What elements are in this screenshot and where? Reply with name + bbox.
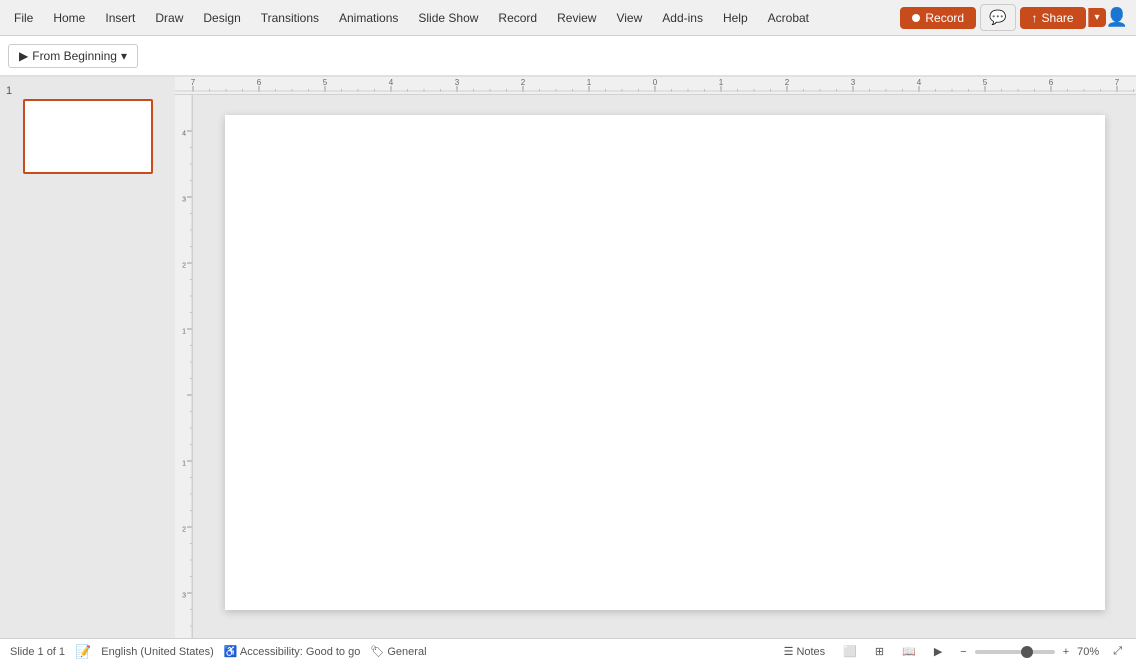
svg-text:2: 2 <box>521 78 526 87</box>
notes-button[interactable]: ☰ Notes <box>780 645 830 658</box>
share-button[interactable]: ↑ Share <box>1020 7 1086 29</box>
slide-sorter-button[interactable]: ⊞ <box>871 645 888 658</box>
svg-text:3: 3 <box>851 78 856 87</box>
svg-text:1: 1 <box>182 461 186 468</box>
svg-text:7: 7 <box>191 78 196 87</box>
play-icon: ▶ <box>19 49 28 63</box>
normal-view-icon: ⬜ <box>843 645 857 658</box>
menu-item-view[interactable]: View <box>606 7 652 29</box>
menu-item-transitions[interactable]: Transitions <box>251 7 329 29</box>
slide-canvas-area[interactable] <box>193 95 1136 638</box>
toolbar: ▶ From Beginning ▾ <box>0 36 1136 76</box>
zoom-in-button[interactable]: + <box>1059 646 1073 658</box>
accessibility-check[interactable]: ♿ Accessibility: Good to go <box>224 645 361 658</box>
svg-text:3: 3 <box>182 197 186 204</box>
vertical-ruler-svg: 43211234 <box>175 95 193 638</box>
menu-item-file[interactable]: File <box>4 7 43 29</box>
menu-item-review[interactable]: Review <box>547 7 606 29</box>
share-dropdown-button[interactable]: ▾ <box>1088 8 1106 27</box>
main-area: 1 7 6 5 4 3 2 1 0 1 2 3 4 5 6 7 4 3 2 1 1 2 3 4 <box>0 77 1136 638</box>
vertical-ruler: 43211234 <box>175 95 193 638</box>
accessibility-label: Accessibility: Good to go <box>240 646 360 658</box>
horizontal-ruler: 7 6 5 4 3 2 1 0 1 2 3 4 5 6 7 <box>175 77 1136 95</box>
svg-text:0: 0 <box>653 78 658 87</box>
svg-text:3: 3 <box>182 593 186 600</box>
svg-text:1: 1 <box>587 78 592 87</box>
svg-text:7: 7 <box>1115 78 1120 87</box>
comment-icon: 💬 <box>989 9 1006 25</box>
svg-text:2: 2 <box>785 78 790 87</box>
svg-text:1: 1 <box>182 329 186 336</box>
slides-panel: 1 <box>0 77 175 638</box>
svg-text:5: 5 <box>323 78 328 87</box>
fit-icon: ⤢ <box>1113 645 1122 658</box>
menu-item-animations[interactable]: Animations <box>329 7 408 29</box>
share-button-label: Share <box>1042 11 1074 25</box>
slide-canvas[interactable] <box>225 115 1105 610</box>
spelling-icon[interactable]: 📝 <box>75 644 91 660</box>
zoom-slider[interactable] <box>975 650 1055 654</box>
menu-item-draw[interactable]: Draw <box>145 7 193 29</box>
from-beginning-button[interactable]: ▶ From Beginning ▾ <box>8 44 138 68</box>
editor-area: 7 6 5 4 3 2 1 0 1 2 3 4 5 6 7 4 3 2 1 1 2 3 4 <box>175 77 1136 638</box>
svg-text:6: 6 <box>1049 78 1054 87</box>
normal-view-button[interactable]: ⬜ <box>839 645 861 658</box>
svg-text:4: 4 <box>182 131 186 138</box>
menu-item-acrobat[interactable]: Acrobat <box>758 7 819 29</box>
menu-item-home[interactable]: Home <box>43 7 95 29</box>
reading-view-icon: 📖 <box>902 645 916 658</box>
slide-sorter-icon: ⊞ <box>875 645 884 658</box>
accessibility-icon: ♿ <box>224 646 238 658</box>
fit-to-window-button[interactable]: ⤢ <box>1109 645 1126 658</box>
menu-item-addins[interactable]: Add-ins <box>652 7 713 29</box>
record-dot-icon <box>912 14 920 22</box>
slideshow-button[interactable]: ▶ <box>930 645 946 658</box>
user-icon: 👤 <box>1106 7 1128 27</box>
menu-item-slideshow[interactable]: Slide Show <box>408 7 488 29</box>
language: English (United States) <box>101 646 214 658</box>
tag-icon: 🏷 <box>370 646 384 658</box>
record-button-label: Record <box>925 11 964 25</box>
share-icon: ↑ <box>1032 11 1038 25</box>
zoom-control: − + 70% <box>956 646 1099 658</box>
zoom-level: 70% <box>1077 646 1099 658</box>
slide-info: Slide 1 of 1 <box>10 646 65 658</box>
reading-view-button[interactable]: 📖 <box>898 645 920 658</box>
menu-item-help[interactable]: Help <box>713 7 758 29</box>
user-icon-button[interactable]: 👤 <box>1106 7 1128 28</box>
general-label: 🏷 General <box>370 645 426 658</box>
svg-text:4: 4 <box>389 78 394 87</box>
horizontal-ruler-svg: 7 6 5 4 3 2 1 0 1 2 3 4 5 6 7 <box>175 77 1135 92</box>
general-text: General <box>387 646 426 658</box>
svg-text:2: 2 <box>182 527 186 534</box>
slideshow-icon: ▶ <box>934 645 942 658</box>
menu-item-insert[interactable]: Insert <box>95 7 145 29</box>
svg-text:1: 1 <box>719 78 724 87</box>
menu-bar: File Home Insert Draw Design Transitions… <box>0 0 1136 36</box>
menu-item-design[interactable]: Design <box>193 7 250 29</box>
editor-with-ruler: 43211234 <box>175 95 1136 638</box>
notes-icon: ☰ <box>784 645 794 658</box>
svg-text:6: 6 <box>257 78 262 87</box>
slide-1-container: 1 <box>4 85 171 174</box>
svg-text:3: 3 <box>455 78 460 87</box>
slide-thumbnail-1[interactable] <box>23 99 153 174</box>
notes-label: Notes <box>796 646 825 658</box>
status-bar: Slide 1 of 1 📝 English (United States) ♿… <box>0 638 1136 664</box>
start-label: From Beginning <box>32 49 117 63</box>
share-group: ↑ Share ▾ <box>1020 7 1106 29</box>
svg-text:2: 2 <box>182 263 186 270</box>
dropdown-icon: ▾ <box>121 49 127 63</box>
slide-number-1: 1 <box>4 85 171 97</box>
zoom-slider-thumb <box>1021 646 1033 658</box>
comment-button[interactable]: 💬 <box>980 4 1015 31</box>
menu-item-record[interactable]: Record <box>488 7 547 29</box>
zoom-out-button[interactable]: − <box>956 646 970 658</box>
record-button[interactable]: Record <box>900 7 976 29</box>
svg-text:4: 4 <box>917 78 922 87</box>
svg-text:5: 5 <box>983 78 988 87</box>
